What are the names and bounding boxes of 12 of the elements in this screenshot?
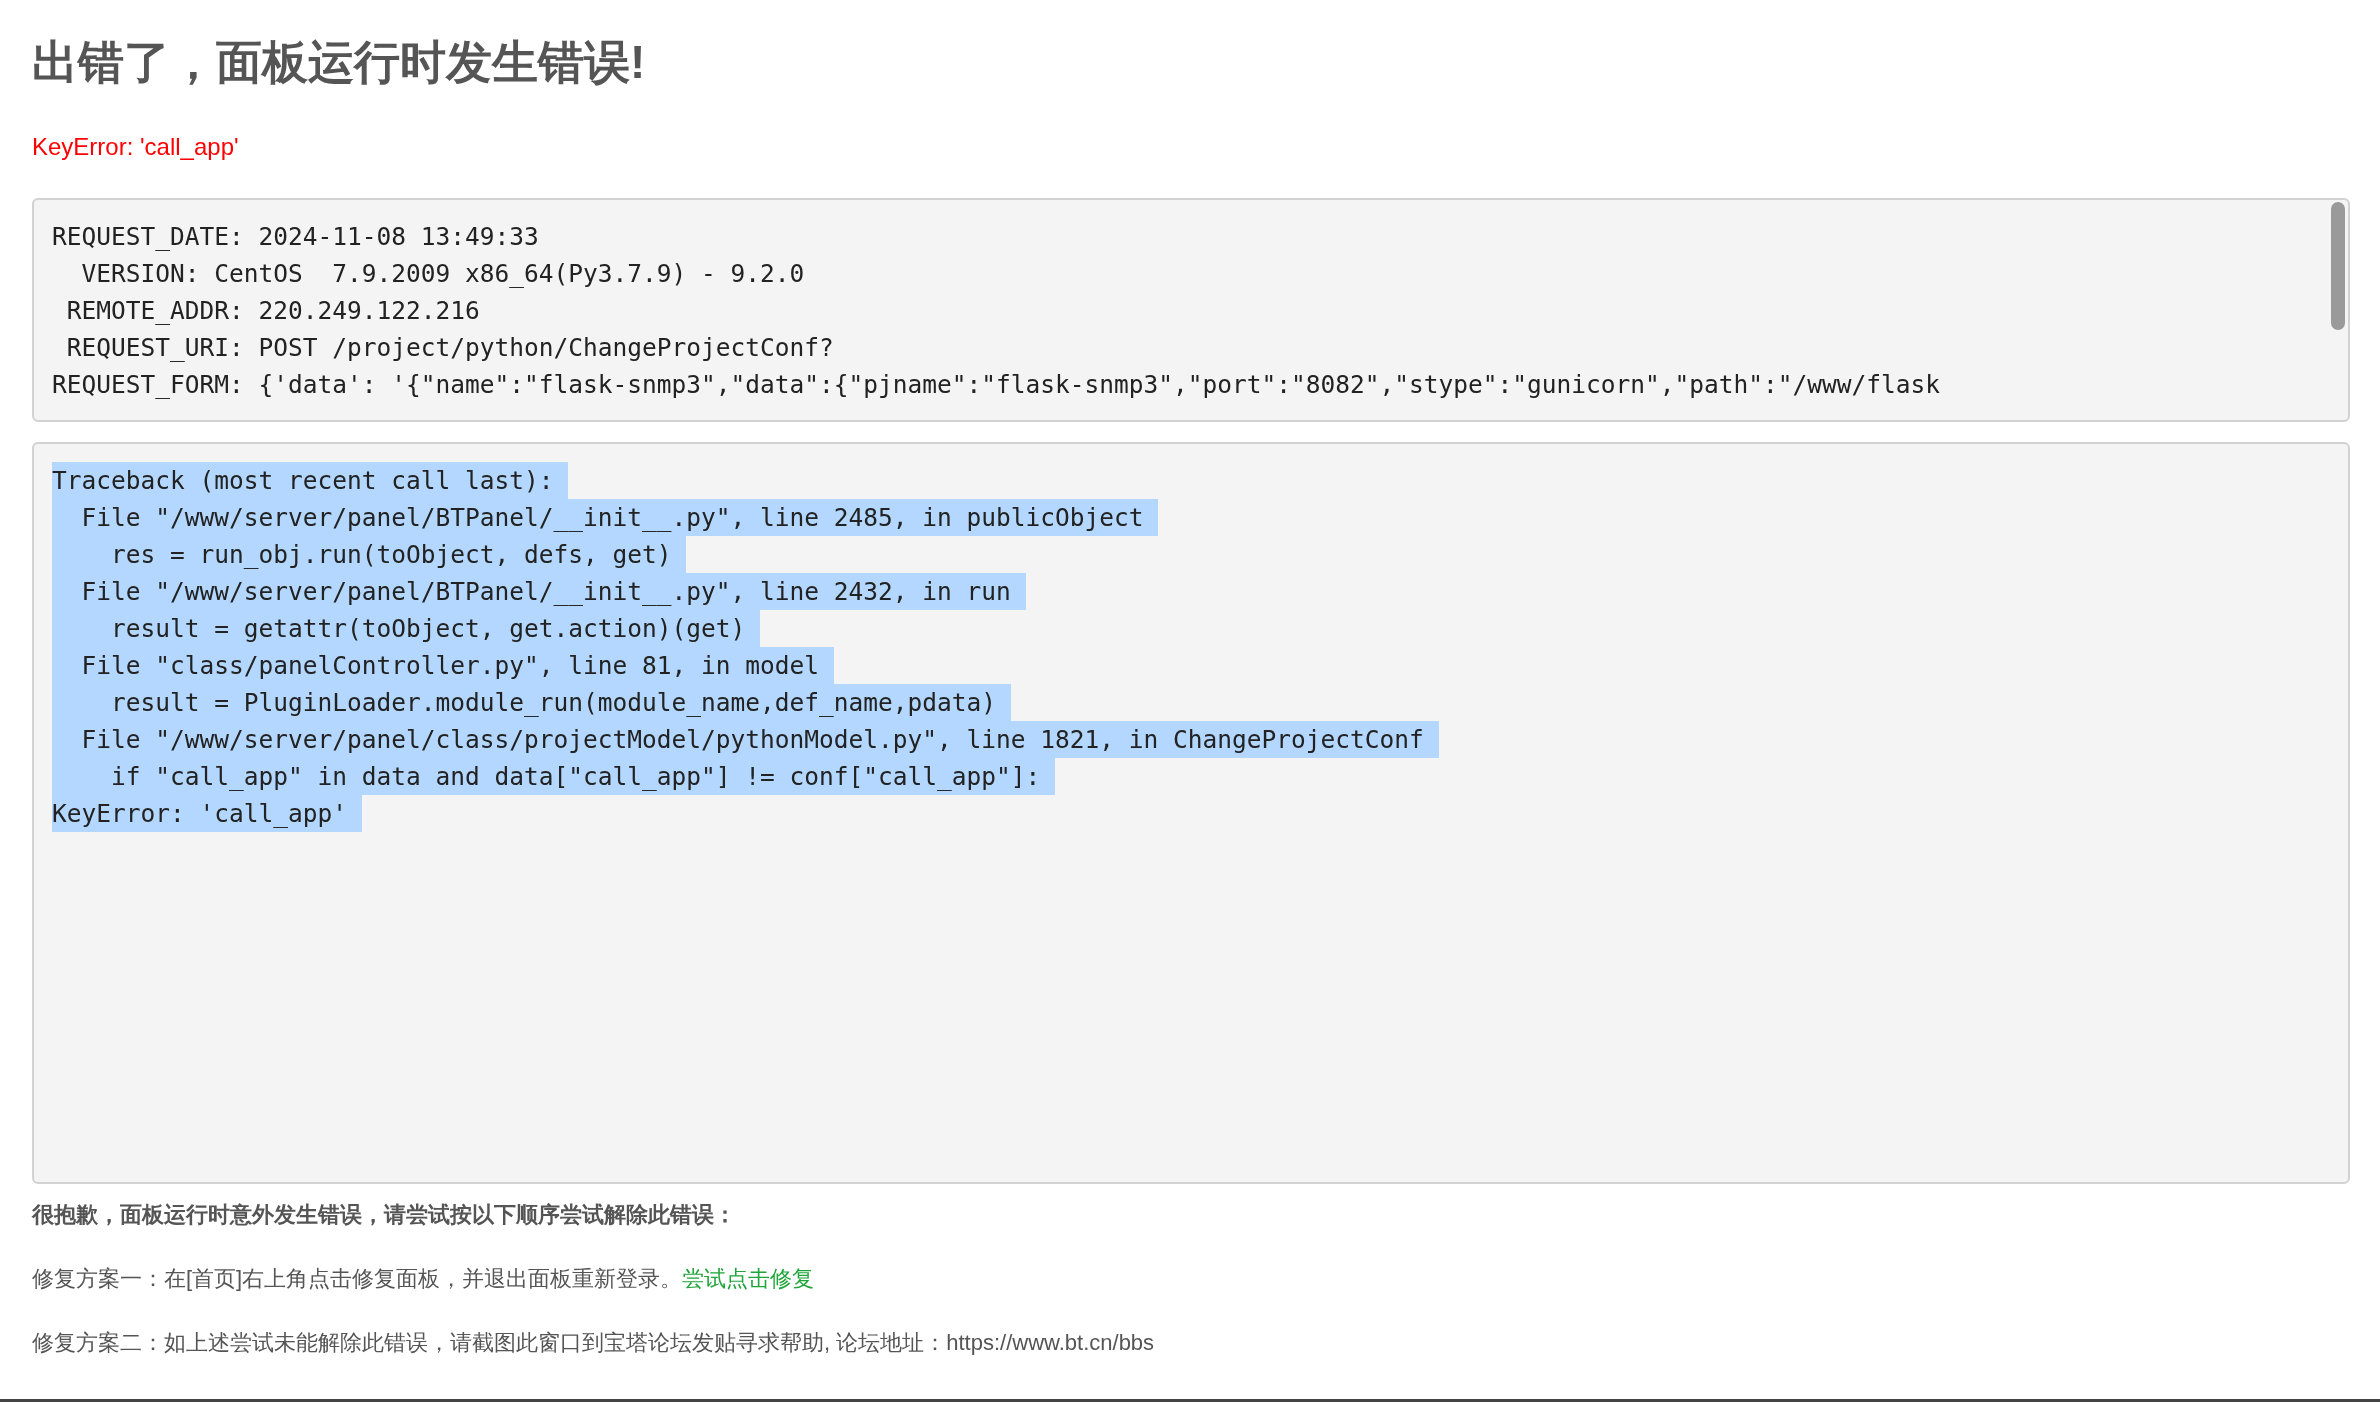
request-line: REQUEST_DATE: 2024-11-08 13:49:33 xyxy=(52,221,539,253)
fix-option-text: 修复方案二：如上述尝试未能解除此错误，请截图此窗口到宝塔论坛发贴寻求帮助, 论坛地址：https://www.bt.cn/bbs xyxy=(32,1329,1155,1357)
repair-link[interactable]: 尝试点击修复 xyxy=(682,1266,815,1291)
request-line: REQUEST_URI: POST /project/python/ChangeProjectConf? xyxy=(65,332,834,364)
request-line: REQUEST_FORM: {'data': '{"name":"flask-snmp3","data":{"pjname":"flask-snmp3","port":"8082","stype":"gunicorn","path":"/www/flask xyxy=(52,369,1941,401)
request-line: REMOTE_ADDR: 220.249.122.216 xyxy=(65,295,480,327)
fix-option-text: 修复方案一：在[首页]右上角点击修复面板，并退出面板重新登录。尝试点击修复 xyxy=(32,1265,815,1293)
request-line: VERSION: CentOS 7.9.2009 x86_64(Py3.7.9) - 9.2.0 xyxy=(80,258,805,290)
page-title: 出错了，面板运行时发生错误! xyxy=(32,35,646,90)
help-heading: 很抱歉，面板运行时意外发生错误，请尝试按以下顺序尝试解除此错误： xyxy=(32,1201,736,1229)
error-message: KeyError: 'call_app' xyxy=(32,132,239,162)
scrollbar-thumb[interactable] xyxy=(2331,202,2345,330)
